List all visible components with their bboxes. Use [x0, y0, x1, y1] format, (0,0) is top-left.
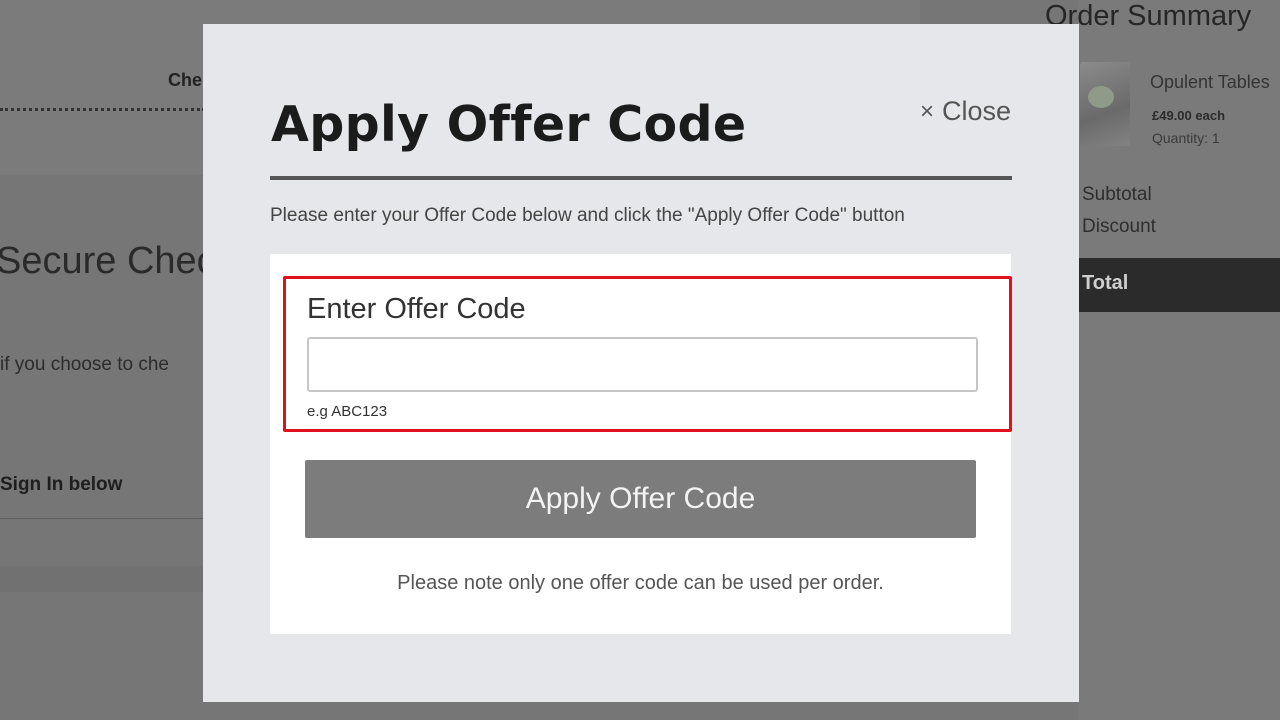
- checkout-page: Che Secure Chec if you choose to che Sig…: [0, 0, 1280, 720]
- close-label[interactable]: Close: [942, 96, 1011, 127]
- secure-checkout-title: Secure Chec: [0, 240, 216, 282]
- close-button[interactable]: × Close: [920, 96, 1011, 127]
- apply-offer-code-button[interactable]: Apply Offer Code: [305, 460, 976, 538]
- instruction-text: Please enter your Offer Code below and c…: [270, 205, 905, 226]
- close-icon[interactable]: ×: [920, 99, 934, 124]
- single-code-note: Please note only one offer code can be u…: [397, 572, 884, 594]
- total-label: Total: [1082, 272, 1129, 294]
- sign-in-heading: Sign In below: [0, 474, 123, 495]
- offer-code-label: Enter Offer Code: [307, 293, 526, 325]
- product-thumbnail: [1080, 62, 1130, 146]
- discount-label: Discount: [1082, 216, 1156, 237]
- subtotal-label: Subtotal: [1082, 184, 1152, 205]
- divider: [0, 518, 205, 519]
- product-quantity: Quantity: 1: [1152, 130, 1220, 146]
- offer-code-hint: e.g ABC123: [307, 403, 388, 420]
- offer-code-form: Enter Offer Code e.g ABC123 Apply Offer …: [270, 254, 1012, 634]
- modal-title: Apply Offer Code: [271, 96, 747, 153]
- product-name: Opulent Tables: [1150, 72, 1270, 92]
- checkout-tab: Che: [168, 70, 203, 90]
- title-divider: [270, 176, 1012, 180]
- product-price: £49.00 each: [1152, 108, 1226, 123]
- offer-code-field-group: Enter Offer Code e.g ABC123: [283, 276, 1012, 432]
- progress-divider: [0, 108, 205, 111]
- offer-code-input[interactable]: [307, 337, 978, 392]
- background-band: [0, 566, 205, 592]
- offer-code-modal: Apply Offer Code × Close Please enter yo…: [203, 24, 1079, 702]
- checkout-choice-text: if you choose to che: [0, 354, 169, 375]
